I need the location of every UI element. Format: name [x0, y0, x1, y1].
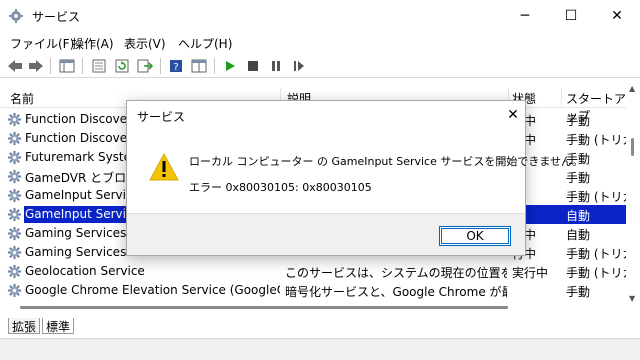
forward-icon	[29, 60, 43, 72]
service-name: GameInput Service	[24, 206, 141, 223]
status-bar	[0, 338, 640, 360]
service-name: Google Chrome Elevation Service (GoogleC…	[25, 283, 280, 297]
menu-file[interactable]: ファイル(F)	[10, 35, 74, 52]
service-startup-type: 手動	[566, 285, 591, 299]
gear-icon	[7, 283, 22, 298]
play-icon	[226, 61, 235, 71]
gear-icon	[7, 188, 22, 203]
pause-service-button[interactable]	[267, 57, 285, 75]
console-tree-icon	[59, 59, 75, 73]
maximize-button[interactable]: ☐	[548, 0, 594, 32]
warning-icon	[149, 153, 179, 181]
service-startup-type: 手動 (トリガ	[566, 133, 626, 147]
dialog-close-button[interactable]: ✕	[503, 105, 523, 125]
forward-button[interactable]	[27, 57, 45, 75]
view-icon	[191, 59, 207, 73]
help-icon: ?	[170, 60, 182, 73]
vertical-scroll-thumb[interactable]	[631, 138, 634, 156]
minimize-button[interactable]: ─	[502, 0, 548, 32]
gear-icon	[7, 245, 22, 260]
service-startup-type: 自動	[566, 228, 591, 242]
gear-icon	[7, 169, 22, 184]
resume-icon	[294, 61, 304, 71]
export-icon	[137, 59, 153, 73]
refresh-button[interactable]	[113, 57, 131, 75]
service-startup-type: 手動	[566, 114, 591, 128]
gear-icon	[7, 207, 22, 222]
menu-bar: ファイル(F) 操作(A) 表示(V) ヘルプ(H)	[0, 32, 640, 52]
export-button[interactable]	[136, 57, 154, 75]
back-icon	[8, 60, 22, 72]
column-header-name[interactable]: 名前	[10, 90, 34, 107]
stop-service-button[interactable]	[244, 57, 262, 75]
properties-button[interactable]	[90, 57, 108, 75]
view-button[interactable]	[190, 57, 208, 75]
ok-button[interactable]: OK	[439, 226, 511, 246]
table-row[interactable]: Geolocation Service このサービスは、システムの現在の位置を監.…	[0, 262, 626, 281]
service-startup-type: 手動 (トリガ	[566, 266, 626, 280]
service-startup-type: 手動	[566, 171, 591, 185]
svg-text:?: ?	[173, 62, 178, 73]
service-status: 実行中	[512, 266, 549, 280]
service-startup-type: 手動 (トリガ	[566, 190, 626, 204]
stop-icon	[248, 61, 258, 71]
service-name: Geolocation Service	[25, 264, 145, 278]
window-title: サービス	[32, 10, 81, 24]
properties-icon	[92, 59, 106, 73]
gear-icon	[7, 150, 22, 165]
back-button[interactable]	[6, 57, 24, 75]
title-bar: サービス ─ ☐ ✕	[0, 0, 640, 32]
service-description: 暗号化サービスと、Google Chrome が最...	[285, 285, 507, 299]
service-startup-type: 自動	[566, 209, 591, 223]
dialog-message: ローカル コンピューター の GameInput Service サービスを開始…	[189, 155, 584, 168]
horizontal-scroll-thumb[interactable]	[20, 306, 508, 309]
close-icon: ✕	[507, 107, 519, 123]
gear-icon	[7, 264, 22, 279]
tab-standard[interactable]: 標準	[42, 318, 75, 334]
vertical-scrollbar[interactable]: ▲ ▼	[626, 80, 640, 306]
start-service-button[interactable]	[221, 57, 239, 75]
menu-help[interactable]: ヘルプ(H)	[178, 35, 232, 52]
close-icon: ✕	[611, 8, 623, 24]
maximize-icon: ☐	[564, 8, 578, 24]
minimize-icon: ─	[520, 8, 530, 24]
pause-icon	[272, 61, 280, 71]
gear-icon	[7, 112, 22, 127]
table-row[interactable]: Google Chrome Elevation Service (GoogleC…	[0, 281, 626, 300]
dialog-footer: OK	[127, 213, 525, 255]
service-description: このサービスは、システムの現在の位置を監...	[285, 266, 507, 280]
error-dialog: サービス ✕ ローカル コンピューター の GameInput Service …	[126, 100, 583, 256]
toolbar: ?	[0, 54, 640, 78]
horizontal-scrollbar[interactable]	[0, 300, 626, 314]
tab-extended[interactable]: 拡張	[8, 318, 41, 334]
refresh-icon	[115, 59, 129, 73]
resume-service-button[interactable]	[290, 57, 308, 75]
menu-action[interactable]: 操作(A)	[72, 35, 114, 52]
gear-icon	[7, 226, 22, 241]
dialog-error-code: エラー 0x80030105: 0x80030105	[189, 181, 372, 194]
services-app-icon	[9, 9, 23, 23]
dialog-body: ローカル コンピューター の GameInput Service サービスを開始…	[127, 131, 583, 211]
scroll-down-icon[interactable]: ▼	[629, 294, 635, 303]
help-button[interactable]: ?	[167, 57, 185, 75]
scroll-up-icon[interactable]: ▲	[629, 84, 635, 93]
close-button[interactable]: ✕	[594, 0, 640, 32]
console-tree-button[interactable]	[58, 57, 76, 75]
dialog-title: サービス	[137, 110, 186, 124]
gear-icon	[7, 131, 22, 146]
service-startup-type: 手動 (トリガ	[566, 247, 626, 261]
menu-view[interactable]: 表示(V)	[124, 35, 166, 52]
view-tabs: 拡張 標準	[0, 316, 640, 336]
